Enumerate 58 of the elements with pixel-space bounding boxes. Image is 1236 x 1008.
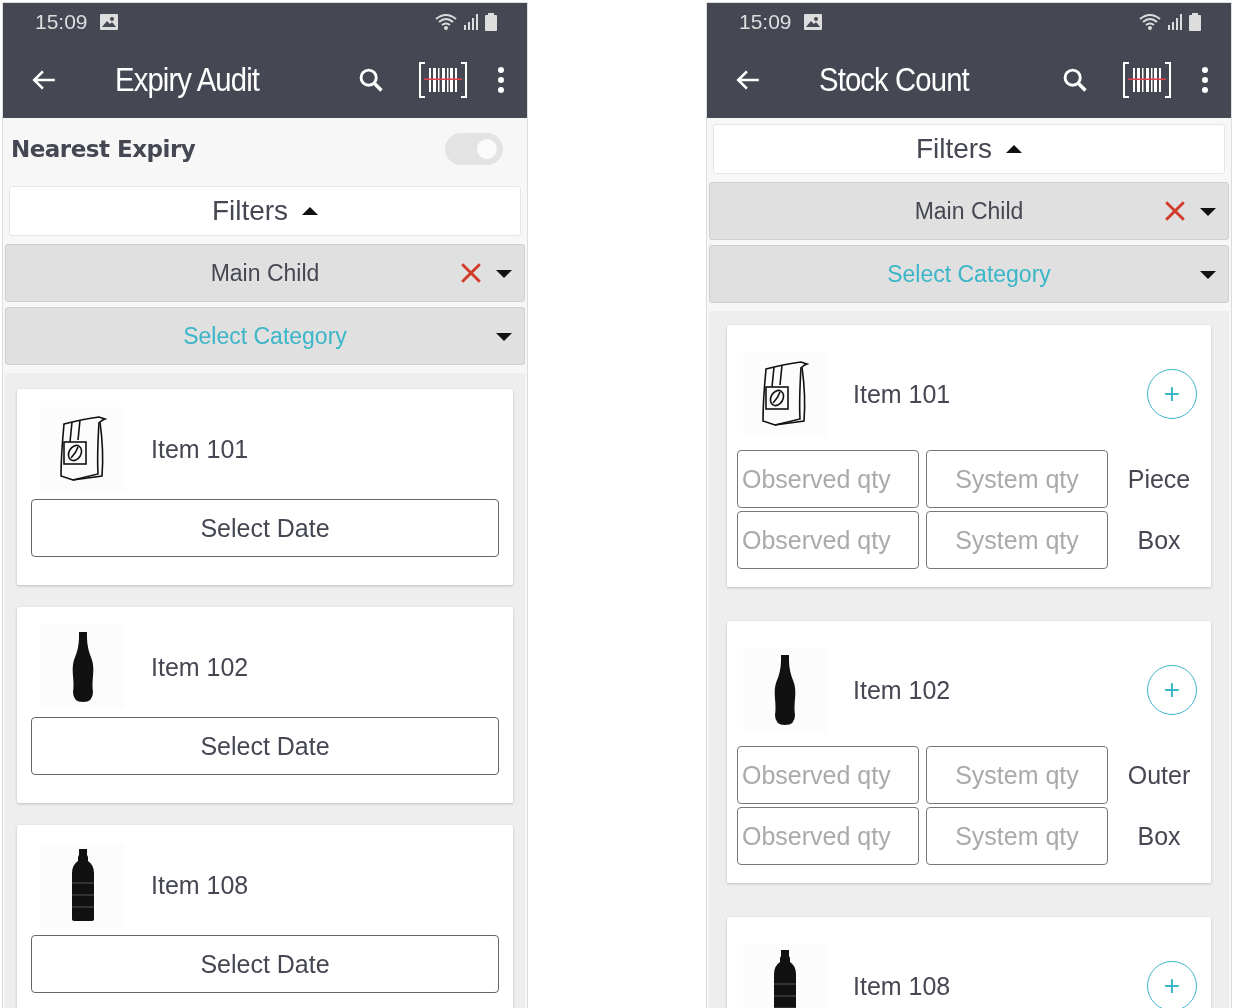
coffee-bag-icon — [760, 361, 810, 427]
image-icon — [803, 14, 822, 30]
unit-label: Box — [1136, 821, 1182, 851]
select-date-button[interactable]: Select Date — [31, 499, 499, 557]
item-name: Item 108 — [853, 971, 951, 1001]
filter-dropdown[interactable]: Main Child — [5, 244, 525, 302]
dropdown-caret-icon — [496, 333, 512, 341]
dropdown-placeholder: Select Category — [887, 260, 1051, 288]
dropdown-value: Main Child — [210, 259, 320, 287]
image-icon — [99, 14, 118, 30]
system-qty-field[interactable]: System qty — [926, 807, 1108, 865]
soda-bottle-icon — [71, 632, 95, 702]
signal-icon — [463, 14, 479, 30]
dropdown-value: Main Child — [914, 197, 1024, 225]
battery-icon — [485, 13, 497, 31]
coffee-bag-icon — [58, 416, 108, 482]
observed-qty-field[interactable]: Observed qty — [737, 450, 919, 508]
item-name: Item 102 — [151, 652, 249, 682]
dropdown-caret-icon — [1200, 271, 1216, 279]
screen-title: Stock Count — [819, 60, 971, 99]
barcode-scan-icon[interactable] — [419, 61, 467, 98]
observed-qty-field[interactable]: Observed qty — [737, 511, 919, 569]
dropdown-placeholder: Select Category — [183, 322, 347, 350]
item-name: Item 108 — [151, 870, 249, 900]
soda-bottle-icon — [773, 655, 797, 725]
more-options-icon[interactable] — [497, 65, 505, 94]
status-time: 15:09 — [739, 10, 792, 34]
barcode-scan-icon[interactable] — [1123, 61, 1171, 98]
unit-label: Piece — [1126, 464, 1192, 494]
filters-toggle[interactable]: Filters — [713, 124, 1225, 174]
status-time: 15:09 — [35, 10, 88, 34]
wifi-icon — [1139, 13, 1161, 31]
clear-icon[interactable] — [1164, 200, 1186, 222]
observed-qty-field[interactable]: Observed qty — [737, 746, 919, 804]
system-qty-field[interactable]: System qty — [926, 511, 1108, 569]
filter-dropdown[interactable]: Main Child — [709, 182, 1229, 240]
nearest-expiry-label: Nearest Expiry — [11, 136, 196, 162]
dropdown-caret-icon — [496, 270, 512, 278]
filters-toggle[interactable]: Filters — [9, 186, 521, 236]
unit-label: Outer — [1126, 760, 1192, 790]
dropdown-caret-icon — [1200, 208, 1216, 216]
signal-icon — [1167, 14, 1183, 30]
system-qty-field[interactable]: System qty — [926, 450, 1108, 508]
observed-qty-field[interactable]: Observed qty — [737, 807, 919, 865]
item-name: Item 102 — [853, 675, 951, 705]
water-bottle-icon — [773, 950, 797, 1008]
item-name: Item 101 — [151, 434, 249, 464]
select-date-button[interactable]: Select Date — [31, 935, 499, 993]
item-name: Item 101 — [853, 379, 951, 409]
unit-label: Box — [1136, 525, 1182, 555]
system-qty-field[interactable]: System qty — [926, 746, 1108, 804]
battery-icon — [1189, 13, 1201, 31]
wifi-icon — [435, 13, 457, 31]
clear-icon[interactable] — [460, 262, 482, 284]
water-bottle-icon — [71, 849, 95, 921]
more-options-icon[interactable] — [1201, 65, 1209, 94]
screen-title: Expiry Audit — [115, 60, 261, 99]
select-date-button[interactable]: Select Date — [31, 717, 499, 775]
